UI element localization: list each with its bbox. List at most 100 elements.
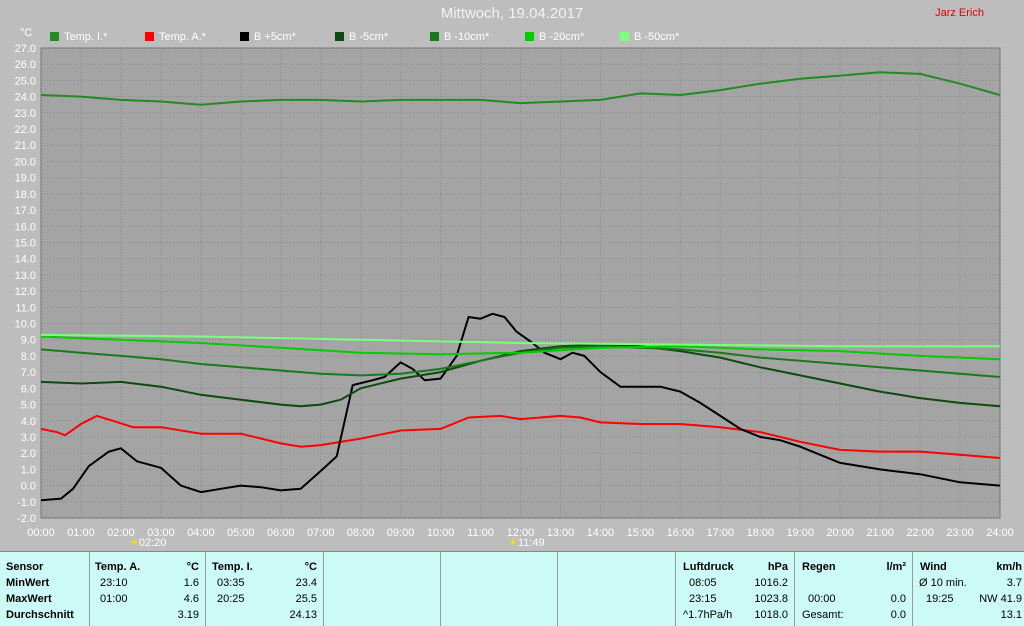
rain-val: 0.0 — [890, 593, 906, 605]
x-tick-label: 00:00 — [27, 527, 55, 539]
temp-a-header: Temp. A. — [95, 561, 141, 573]
pressure-max-time: 23:15 — [689, 593, 717, 605]
sunrise-time: 02:20 — [138, 537, 167, 549]
pressure-trend: ^1.7hPa/h — [683, 609, 733, 621]
y-tick-label: 1.0 — [21, 464, 36, 476]
x-tick-label: 06:00 — [267, 527, 295, 539]
col-empty-2 — [441, 552, 558, 626]
x-tick-label: 08:00 — [347, 527, 375, 539]
y-tick-label: 19.0 — [15, 173, 36, 185]
y-tick-label: 17.0 — [15, 205, 36, 217]
y-tick-label: 6.0 — [21, 383, 36, 395]
col-empty-1 — [324, 552, 441, 626]
y-tick-label: -2.0 — [17, 513, 36, 525]
rain-header: Regen — [802, 561, 836, 573]
temp-i-header: Temp. I. — [212, 561, 253, 573]
x-tick-label: 16:00 — [667, 527, 695, 539]
rain-unit: l/m² — [886, 561, 906, 573]
y-tick-label: 10.0 — [15, 319, 36, 331]
col-empty-3 — [558, 552, 676, 626]
y-tick-label: 22.0 — [15, 124, 36, 136]
x-tick-label: 19:00 — [786, 527, 814, 539]
col-wind: Wind km/h Ø 10 min. 3.7 19:25 NW 41.9 13… — [913, 552, 1024, 626]
y-tick-label: 14.0 — [15, 254, 36, 266]
y-tick-label: 16.0 — [15, 221, 36, 233]
rain-time: 00:00 — [808, 593, 836, 605]
x-tick-label: 09:00 — [387, 527, 415, 539]
wind-unit: km/h — [996, 561, 1022, 573]
y-tick-label: 0.0 — [21, 481, 36, 493]
x-tick-label: 10:00 — [427, 527, 455, 539]
x-tick-label: 01:00 — [67, 527, 95, 539]
temp-i-avg: 24.13 — [289, 609, 317, 621]
x-tick-label: 05:00 — [227, 527, 255, 539]
sun-icon: ☀ — [508, 537, 518, 549]
legend-label: B -10cm* — [444, 31, 490, 43]
temp-a-unit: °C — [186, 561, 199, 573]
row-label-avg: Durchschnitt — [6, 609, 74, 621]
y-tick-label: -1.0 — [17, 497, 36, 509]
legend-swatch — [430, 32, 439, 41]
y-tick-label: 18.0 — [15, 189, 36, 201]
wind-avg-val: 3.7 — [1006, 577, 1022, 589]
x-tick-label: 23:00 — [946, 527, 974, 539]
legend-swatch — [240, 32, 249, 41]
legend-swatch — [525, 32, 534, 41]
y-tick-labels: -2.0 -1.0 0.0 1.0 2.0 3.0 4.0 5.0 6.0 7.0 8.0 9.0 10… — [15, 43, 36, 525]
y-tick-label: 2.0 — [21, 448, 36, 460]
temperature-chart: -2.0 -1.0 0.0 1.0 2.0 3.0 4.0 5.0 6.0 7.0 8.0 9.0 10… — [15, 27, 1014, 539]
x-tick-label: 15:00 — [627, 527, 655, 539]
y-tick-label: 7.0 — [21, 367, 36, 379]
wind-avg-label: Ø 10 min. — [919, 577, 967, 589]
y-tick-label: 24.0 — [15, 92, 36, 104]
wind-max-val: NW 41.9 — [979, 593, 1022, 605]
legend-label: B -5cm* — [349, 31, 389, 43]
sensor-header: Sensor — [6, 561, 44, 573]
col-rain: Regen l/m² 00:00 0.0 Gesamt: 0.0 — [795, 552, 913, 626]
temp-a-min-time: 23:10 — [100, 577, 128, 589]
col-temp-a: Temp. A. °C 23:10 1.6 01:00 4.6 3.19 — [90, 552, 206, 626]
rain-total-val: 0.0 — [890, 609, 906, 621]
temp-a-max-val: 4.6 — [183, 593, 199, 605]
y-tick-label: 26.0 — [15, 59, 36, 71]
x-tick-label: 22:00 — [906, 527, 934, 539]
legend-label: Temp. I.* — [64, 31, 108, 43]
x-tick-label: 17:00 — [707, 527, 735, 539]
x-tick-label: 24:00 — [986, 527, 1014, 539]
y-tick-label: 25.0 — [15, 75, 36, 87]
col-pressure: Luftdruck hPa 08:05 1016.2 23:15 1023.8 … — [676, 552, 795, 626]
legend-item-b-minus50: B -50cm* — [620, 31, 679, 43]
temp-i-max-time: 20:25 — [217, 593, 245, 605]
temp-a-min-val: 1.6 — [183, 577, 199, 589]
y-tick-label: 15.0 — [15, 237, 36, 249]
y-tick-label: 11.0 — [15, 302, 36, 314]
row-label-min: MinWert — [6, 577, 50, 589]
x-tick-label: 14:00 — [587, 527, 615, 539]
wind-avg2: 13.1 — [1000, 609, 1022, 621]
y-tick-label: 13.0 — [15, 270, 36, 282]
x-tick-label: 18:00 — [746, 527, 774, 539]
temp-a-avg: 3.19 — [177, 609, 199, 621]
sun-icon: ☀ — [129, 537, 139, 549]
legend-label: B -20cm* — [539, 31, 585, 43]
y-tick-label: 23.0 — [15, 108, 36, 120]
col-temp-i: Temp. I. °C 03:35 23.4 20:25 25.5 24.13 — [206, 552, 324, 626]
temp-i-unit: °C — [304, 561, 317, 573]
y-tick-label: 9.0 — [21, 335, 36, 347]
legend-item-b-minus20: B -20cm* — [525, 31, 584, 43]
x-tick-label: 04:00 — [187, 527, 215, 539]
x-tick-label: 20:00 — [826, 527, 854, 539]
legend-swatch — [620, 32, 629, 41]
sunrise-marker: ☀02:20 — [129, 536, 166, 549]
row-label-max: MaxWert — [6, 593, 52, 605]
temp-i-max-val: 25.5 — [295, 593, 317, 605]
x-tick-label: 13:00 — [547, 527, 575, 539]
wind-header: Wind — [920, 561, 947, 573]
summary-panel: Sensor MinWert MaxWert Durchschnitt Temp… — [0, 551, 1024, 626]
legend-item-temp-a: Temp. A.* — [145, 31, 206, 43]
y-tick-label: 3.0 — [21, 432, 36, 444]
pressure-avg: 1018.0 — [754, 609, 788, 621]
y-tick-label: 4.0 — [21, 416, 36, 428]
legend-label: Temp. A.* — [159, 31, 207, 43]
legend-swatch — [145, 32, 154, 41]
